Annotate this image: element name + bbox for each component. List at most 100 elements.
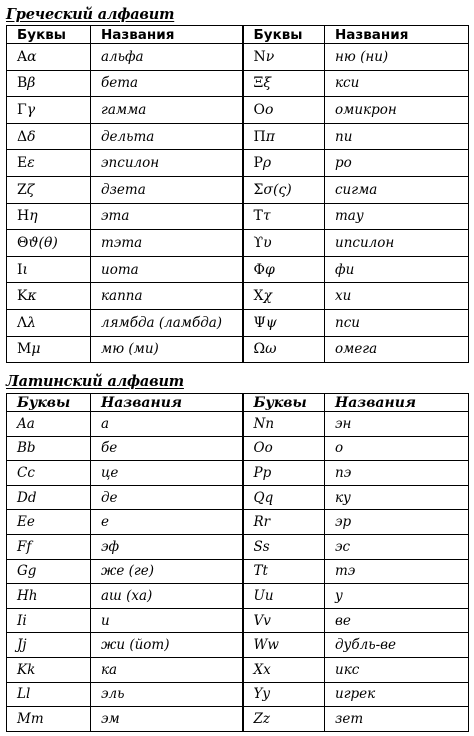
name-cell: ро (324, 149, 469, 177)
name-cell: тэ (324, 558, 469, 585)
name-cell: тау (324, 202, 469, 231)
table-row: Jj жи (йот) Ww дубль-ве (6, 632, 469, 658)
letter-cell: Uu (242, 583, 325, 609)
letter-cell: Ττ (242, 202, 325, 231)
letter-cell: Gg (6, 558, 91, 585)
name-cell: эр (324, 509, 469, 535)
name-cell: эта (90, 202, 244, 231)
name-cell: аш (ха) (90, 583, 244, 609)
name-cell: омега (324, 335, 469, 364)
greek-alphabet-title: Греческий алфавит (6, 6, 175, 23)
name-cell: у (324, 583, 469, 609)
name-cell: зет (324, 706, 469, 732)
letter-cell: Zz (242, 706, 325, 732)
table-row: Ll эль Yy игрек (6, 681, 469, 708)
letter-cell: Γγ (6, 96, 91, 124)
letter-cell: Ββ (6, 69, 91, 98)
table-row: Ββ бета Ξξ кси (6, 69, 469, 98)
letter-cell: Νν (242, 43, 325, 71)
table-row: Γγ гамма Οο омикрон (6, 96, 469, 124)
name-cell: эф (90, 533, 244, 560)
letter-cell: Φφ (242, 255, 325, 284)
table-row: Ηη эта Ττ тау (6, 202, 469, 231)
table-row: Ιι иота Φφ фи (6, 255, 469, 284)
column-header-letters: Буквы (242, 25, 325, 44)
letter-cell: Ss (242, 533, 325, 560)
name-cell: ве (324, 607, 469, 634)
letter-cell: Cc (6, 460, 91, 486)
name-cell: каппа (90, 282, 244, 310)
table-row: Gg же (ге) Tt тэ (6, 558, 469, 585)
name-cell: омикрон (324, 96, 469, 124)
table-row: Bb бе Oo о (6, 435, 469, 462)
letter-cell: Κκ (6, 282, 91, 310)
letter-cell: Dd (6, 484, 91, 511)
table-row: Cc це Pp пэ (6, 460, 469, 486)
letter-cell: Ιι (6, 255, 91, 284)
letter-cell: Kk (6, 656, 91, 683)
name-cell: мю (ми) (90, 335, 244, 364)
letter-cell: Θϑ(θ) (6, 229, 91, 257)
table-row: Mm эм Zz зет (6, 706, 469, 732)
name-cell: игрек (324, 681, 469, 708)
letter-cell: Χχ (242, 282, 325, 310)
table-row: Ff эф Ss эс (6, 533, 469, 560)
name-cell: бета (90, 69, 244, 98)
letter-cell: Hh (6, 583, 91, 609)
letter-cell: Ψψ (242, 308, 325, 337)
name-cell: кси (324, 69, 469, 98)
latin-alphabet-title: Латинский алфавит (6, 373, 184, 390)
name-cell: сигма (324, 175, 469, 204)
table-row: Ee е Rr эр (6, 509, 469, 535)
name-cell: эн (324, 411, 469, 437)
name-cell: ка (90, 656, 244, 683)
letter-cell: Σσ(ς) (242, 175, 325, 204)
name-cell: и (90, 607, 244, 634)
letter-cell: Aa (6, 411, 91, 437)
name-cell: гамма (90, 96, 244, 124)
letter-cell: Nn (242, 411, 325, 437)
name-cell: це (90, 460, 244, 486)
column-header-names: Названия (90, 393, 244, 412)
name-cell: же (ге) (90, 558, 244, 585)
name-cell: ню (ни) (324, 43, 469, 71)
table-row: Ζζ дзета Σσ(ς) сигма (6, 175, 469, 204)
letter-cell: Bb (6, 435, 91, 462)
name-cell: иота (90, 255, 244, 284)
name-cell: фи (324, 255, 469, 284)
letter-cell: Ππ (242, 122, 325, 151)
column-header-names: Названия (324, 393, 469, 412)
name-cell: о (324, 435, 469, 462)
column-header-letters: Буквы (6, 393, 91, 412)
table-row: Μμ мю (ми) Ωω омега (6, 335, 469, 364)
column-header-letters: Буквы (6, 25, 91, 44)
letter-cell: Ρρ (242, 149, 325, 177)
name-cell: эс (324, 533, 469, 560)
letter-cell: Qq (242, 484, 325, 511)
name-cell: дубль-ве (324, 632, 469, 658)
letter-cell: Ζζ (6, 175, 91, 204)
name-cell: дельта (90, 122, 244, 151)
name-cell: жи (йот) (90, 632, 244, 658)
table-header-row: Буквы Названия Буквы Названия (6, 25, 469, 44)
letter-cell: Λλ (6, 308, 91, 337)
letter-cell: Yy (242, 681, 325, 708)
letter-cell: Ωω (242, 335, 325, 364)
letter-cell: Tt (242, 558, 325, 585)
letter-cell: Ff (6, 533, 91, 560)
name-cell: тэта (90, 229, 244, 257)
table-row: Dd де Qq ку (6, 484, 469, 511)
name-cell: бе (90, 435, 244, 462)
name-cell: лямбда (ламбда) (90, 308, 244, 337)
table-row: Ii и Vv ве (6, 607, 469, 634)
letter-cell: Mm (6, 706, 91, 732)
table-header-row: Буквы Названия Буквы Названия (6, 393, 469, 412)
table-row: Δδ дельта Ππ пи (6, 122, 469, 151)
letter-cell: Ll (6, 681, 91, 708)
greek-alphabet-table: Буквы Названия Буквы Названия Αα альфа Νν н… (6, 25, 469, 364)
letter-cell: Ηη (6, 202, 91, 231)
name-cell: икс (324, 656, 469, 683)
column-header-names: Названия (324, 25, 469, 44)
name-cell: пи (324, 122, 469, 151)
letter-cell: Xx (242, 656, 325, 683)
